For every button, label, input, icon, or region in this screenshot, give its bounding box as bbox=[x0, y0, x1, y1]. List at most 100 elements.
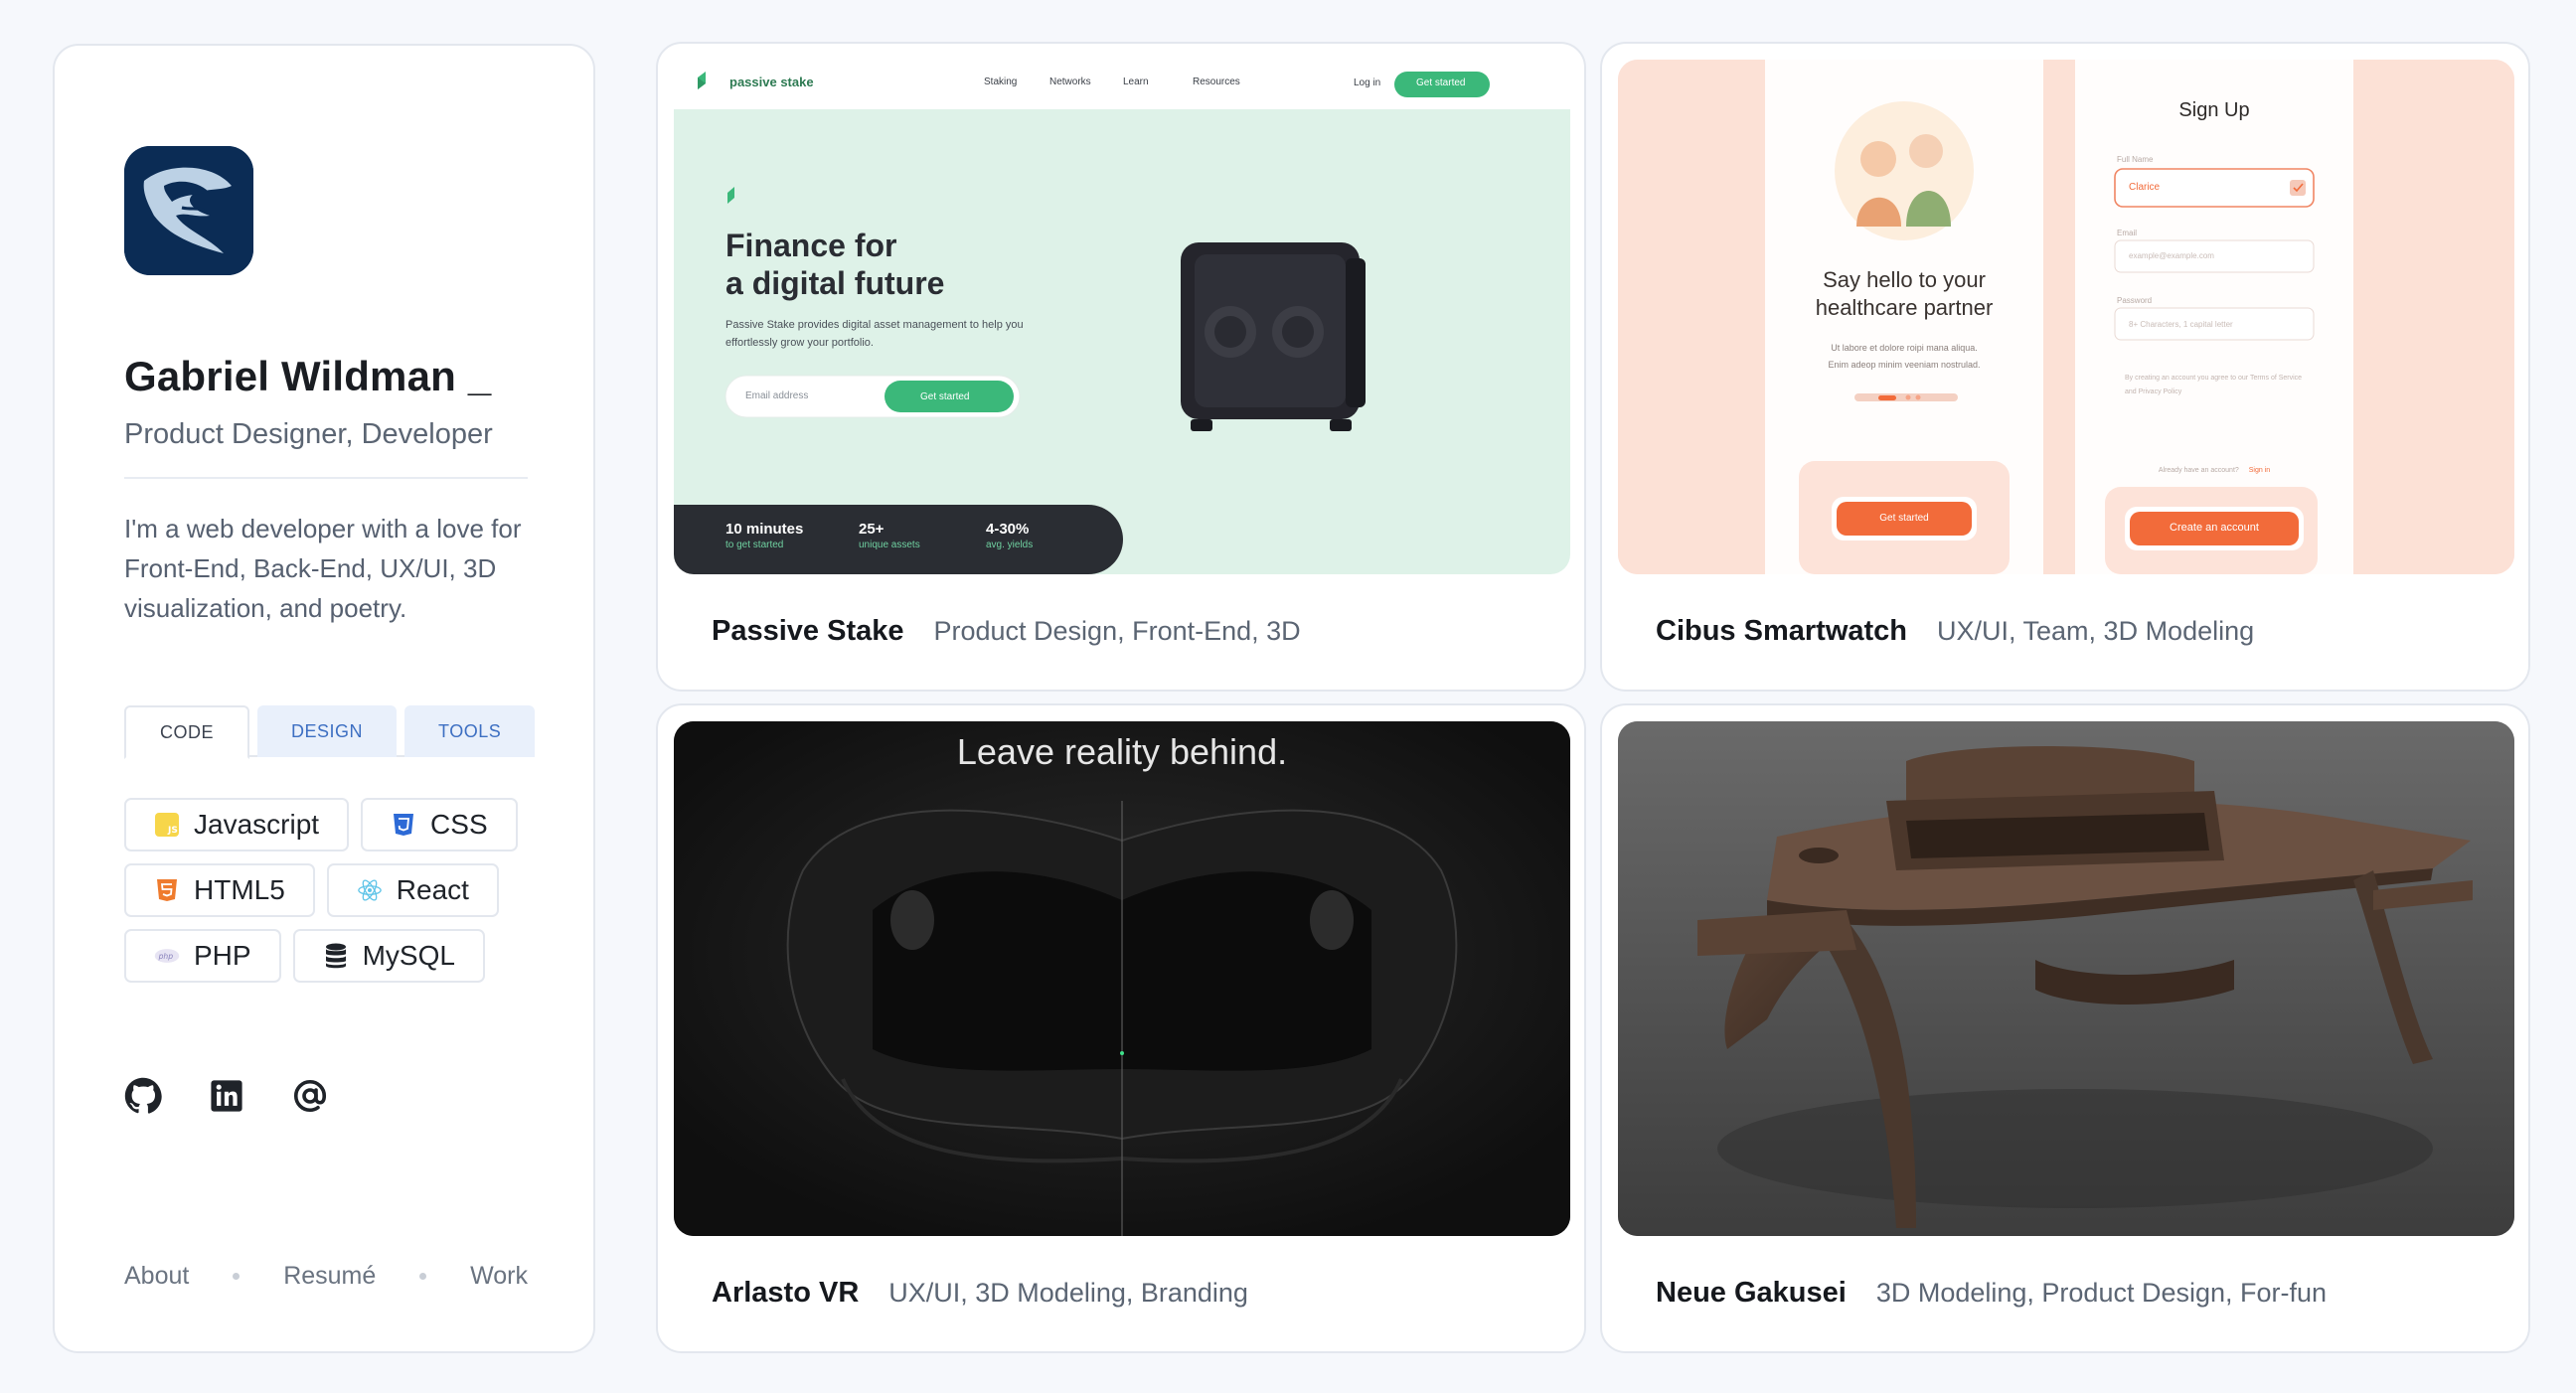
terms-text: By creating an account you agree to our … bbox=[2125, 375, 2303, 395]
signin-prompt: Already have an account? Sign in bbox=[2075, 467, 2353, 474]
project-card-neue-gakusei[interactable]: Neue Gakusei 3D Modeling, Product Design… bbox=[1600, 703, 2530, 1353]
profile-card: Gabriel Wildman _ Product Designer, Deve… bbox=[53, 44, 595, 1353]
chip-label: HTML5 bbox=[194, 874, 285, 905]
stat-1: 10 minutes to get started bbox=[725, 521, 803, 550]
create-account-button: Create an account bbox=[2170, 522, 2259, 534]
profile-name: Gabriel Wildman _ bbox=[124, 353, 492, 399]
project-title: Passive Stake bbox=[712, 615, 904, 647]
project-card-cibus-smartwatch[interactable]: Say hello to your healthcare partner Ut … bbox=[1600, 42, 2530, 692]
chip-label: Javascript bbox=[194, 809, 320, 840]
css-icon bbox=[391, 812, 416, 838]
chip-label: React bbox=[396, 874, 469, 905]
skill-chips: JS Javascript CSS HTML5 React php PHP My… bbox=[124, 798, 542, 995]
headline-line-1: Finance for bbox=[725, 228, 897, 263]
password-field: 8+ Characters, 1 capital letter bbox=[2129, 320, 2233, 329]
avatar bbox=[124, 146, 253, 275]
chip-mysql[interactable]: MySQL bbox=[292, 929, 485, 983]
already-text: Already have an account? bbox=[2158, 467, 2239, 474]
hero-subtext: Passive Stake provides digital asset man… bbox=[725, 319, 1024, 349]
profile-bio: I'm a web developer with a love for Fron… bbox=[124, 514, 522, 623]
chip-label: MySQL bbox=[362, 940, 455, 971]
project-caption: Arlasto VR UX/UI, 3D Modeling, Branding bbox=[712, 1277, 1248, 1310]
project-thumbnail: Say hello to your healthcare partner Ut … bbox=[1618, 60, 2514, 574]
project-title: Cibus Smartwatch bbox=[1656, 615, 1907, 647]
stat-value: 10 minutes bbox=[725, 521, 804, 538]
stat-value: 25+ bbox=[859, 521, 885, 538]
nav-staking: Staking bbox=[984, 77, 1018, 87]
nav-networks: Networks bbox=[1049, 77, 1091, 87]
divider bbox=[124, 477, 528, 479]
email-label: Email bbox=[2117, 229, 2138, 237]
project-caption: Cibus Smartwatch UX/UI, Team, 3D Modelin… bbox=[1656, 615, 2254, 648]
signup-title: Sign Up bbox=[2178, 99, 2250, 121]
tab-design[interactable]: DESIGN bbox=[257, 705, 398, 757]
javascript-icon: JS bbox=[154, 812, 180, 838]
email-field: Email address bbox=[745, 390, 809, 401]
form-submit-button: Get started bbox=[920, 391, 970, 402]
nav-separator bbox=[419, 1273, 427, 1280]
at-sign-icon[interactable] bbox=[291, 1077, 329, 1115]
skill-tabs: CODE DESIGN TOOLS bbox=[124, 705, 536, 759]
chip-css[interactable]: CSS bbox=[361, 798, 518, 851]
hello-line-1: Say hello to your bbox=[1823, 267, 1986, 292]
get-started-button: Get started bbox=[1416, 77, 1466, 88]
small-line-2: Enim adeop minim veeniam nostrulad. bbox=[1828, 360, 1981, 370]
nav-learn: Learn bbox=[1123, 77, 1149, 87]
stat-label: avg. yields bbox=[986, 540, 1034, 550]
project-title: Arlasto VR bbox=[712, 1277, 860, 1309]
password-label: Password bbox=[2117, 296, 2153, 305]
chip-label: PHP bbox=[194, 940, 251, 971]
hero-headline: Finance for a digital future bbox=[725, 227, 944, 302]
chip-react[interactable]: React bbox=[326, 863, 499, 917]
cibus-small-text: Ut labore et dolore roipi mana aliqua. E… bbox=[1765, 340, 2043, 374]
footer-nav: About Resumé Work bbox=[124, 1262, 528, 1291]
cibus-hello: Say hello to your healthcare partner bbox=[1765, 266, 2043, 322]
signin-link: Sign in bbox=[2248, 467, 2271, 474]
logo-text: passive stake bbox=[729, 75, 814, 89]
nav-about[interactable]: About bbox=[124, 1262, 189, 1291]
login-link: Log in bbox=[1354, 77, 1381, 88]
profile-role: Product Designer, Developer bbox=[124, 418, 493, 450]
full-name-field: Clarice bbox=[2129, 182, 2161, 193]
project-caption: Passive Stake Product Design, Front-End,… bbox=[712, 615, 1301, 648]
html5-icon bbox=[154, 877, 180, 903]
chip-label: CSS bbox=[430, 809, 488, 840]
project-card-passive-stake[interactable]: passive stake Staking Networks Learn Res… bbox=[656, 42, 1586, 692]
stat-label: unique assets bbox=[859, 540, 920, 550]
project-tags: UX/UI, Team, 3D Modeling bbox=[1937, 616, 2255, 646]
get-started-button: Get started bbox=[1879, 513, 1929, 524]
stat-label: to get started bbox=[725, 540, 784, 550]
react-icon bbox=[357, 877, 383, 903]
database-icon bbox=[323, 943, 349, 969]
project-caption: Neue Gakusei 3D Modeling, Product Design… bbox=[1656, 1277, 2327, 1310]
chip-javascript[interactable]: JS Javascript bbox=[124, 798, 350, 851]
nav-resume[interactable]: Resumé bbox=[283, 1262, 376, 1291]
project-title: Neue Gakusei bbox=[1656, 1277, 1847, 1309]
nav-work[interactable]: Work bbox=[470, 1262, 528, 1291]
hello-line-2: healthcare partner bbox=[1815, 295, 1994, 320]
svg-text:JS: JS bbox=[167, 826, 178, 836]
project-thumbnail: passive stake Staking Networks Learn Res… bbox=[674, 60, 1570, 574]
project-thumbnail: Leave reality behind. bbox=[674, 721, 1570, 1236]
project-tags: UX/UI, 3D Modeling, Branding bbox=[888, 1278, 1248, 1308]
project-tags: 3D Modeling, Product Design, For-fun bbox=[1875, 1278, 2328, 1308]
github-icon[interactable] bbox=[124, 1077, 162, 1115]
chip-php[interactable]: php PHP bbox=[124, 929, 281, 983]
project-thumbnail bbox=[1618, 721, 2514, 1236]
project-tags: Product Design, Front-End, 3D bbox=[933, 616, 1301, 646]
small-line-1: Ut labore et dolore roipi mana aliqua. bbox=[1831, 343, 1978, 353]
email-field: example@example.com bbox=[2129, 251, 2214, 260]
stat-2: 25+ unique assets bbox=[859, 521, 920, 550]
linkedin-icon[interactable] bbox=[208, 1077, 245, 1115]
php-icon: php bbox=[154, 943, 180, 969]
nav-resources: Resources bbox=[1193, 77, 1240, 87]
project-card-arlasto-vr[interactable]: Leave reality behind. Arlasto VR UX/UI, … bbox=[656, 703, 1586, 1353]
stat-value: 4-30% bbox=[986, 521, 1030, 538]
tab-tools[interactable]: TOOLS bbox=[404, 705, 536, 757]
chip-html5[interactable]: HTML5 bbox=[124, 863, 315, 917]
full-name-label: Full Name bbox=[2117, 155, 2154, 164]
tab-code[interactable]: CODE bbox=[124, 705, 250, 759]
social-links bbox=[124, 1077, 329, 1115]
nav-separator bbox=[233, 1273, 241, 1280]
svg-text:php: php bbox=[158, 952, 174, 961]
